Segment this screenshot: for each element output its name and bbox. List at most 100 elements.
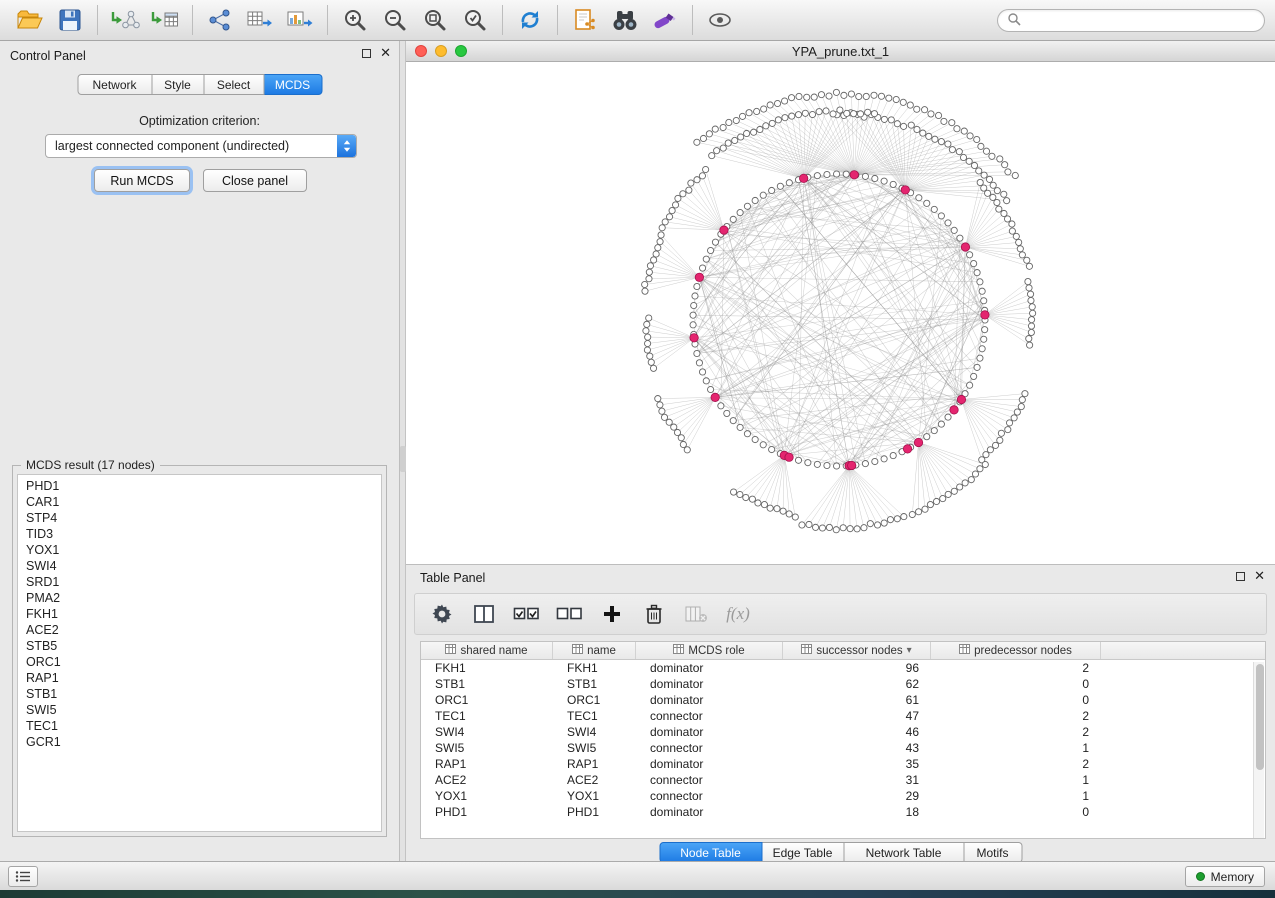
dropdown-stepper-icon xyxy=(337,135,356,157)
table-cell: 31 xyxy=(783,773,931,787)
tab-node-table[interactable]: Node Table xyxy=(659,842,762,863)
mcds-result-item[interactable]: GCR1 xyxy=(18,734,381,750)
column-grid-icon xyxy=(959,644,970,657)
table-cell: FKH1 xyxy=(421,661,553,675)
mcds-result-item[interactable]: STP4 xyxy=(18,510,381,526)
table-row[interactable]: PHD1PHD1dominator180 xyxy=(421,804,1265,820)
mcds-result-item[interactable]: RAP1 xyxy=(18,670,381,686)
run-mcds-button[interactable]: Run MCDS xyxy=(94,169,190,192)
float-panel-icon[interactable] xyxy=(362,49,371,58)
tab-select[interactable]: Select xyxy=(204,74,264,95)
table-scrollbar[interactable] xyxy=(1253,662,1264,838)
mcds-result-item[interactable]: SWI5 xyxy=(18,702,381,718)
tab-network-table[interactable]: Network Table xyxy=(844,842,964,863)
tab-edge-table[interactable]: Edge Table xyxy=(762,842,844,863)
column-header-name[interactable]: name xyxy=(553,642,636,659)
table-row[interactable]: ORC1ORC1dominator610 xyxy=(421,692,1265,708)
table-cell: 1 xyxy=(931,789,1101,803)
network-canvas[interactable] xyxy=(406,62,1275,564)
search-box[interactable] xyxy=(997,9,1265,32)
mcds-result-list[interactable]: PHD1CAR1STP4TID3YOX1SWI4SRD1PMA2FKH1ACE2… xyxy=(17,474,382,832)
mcds-result-item[interactable]: PHD1 xyxy=(18,478,381,494)
table-row[interactable]: SWI5SWI5connector431 xyxy=(421,740,1265,756)
search-input[interactable] xyxy=(1027,13,1255,27)
mcds-result-item[interactable]: STB5 xyxy=(18,638,381,654)
table-cell: connector xyxy=(636,789,783,803)
table-header-row: shared namenameMCDS rolesuccessor nodes▾… xyxy=(421,642,1265,660)
column-header-successor-nodes[interactable]: successor nodes▾ xyxy=(783,642,931,659)
search-binoculars-icon[interactable] xyxy=(605,4,645,36)
zoom-selected-icon[interactable] xyxy=(455,4,495,36)
mcds-result-item[interactable]: CAR1 xyxy=(18,494,381,510)
export-table-icon[interactable] xyxy=(240,4,280,36)
import-network-from-file-icon[interactable] xyxy=(105,4,145,36)
import-table-from-file-icon[interactable] xyxy=(145,4,185,36)
export-network-icon[interactable] xyxy=(200,4,240,36)
desktop-wallpaper-strip xyxy=(0,890,1275,898)
open-file-icon[interactable] xyxy=(10,4,50,36)
save-session-icon[interactable] xyxy=(50,4,90,36)
close-panel-icon[interactable]: ✕ xyxy=(380,48,391,58)
optimization-criterion-select[interactable]: largest connected component (undirected) xyxy=(45,134,357,158)
table-row[interactable]: ACE2ACE2connector311 xyxy=(421,772,1265,788)
show-hide-eye-icon[interactable] xyxy=(700,4,740,36)
close-window-icon[interactable] xyxy=(415,45,427,57)
mcds-result-item[interactable]: FKH1 xyxy=(18,606,381,622)
table-cell: connector xyxy=(636,741,783,755)
table-cell: 2 xyxy=(931,661,1101,675)
tab-mcds[interactable]: MCDS xyxy=(264,74,322,95)
table-row[interactable]: RAP1RAP1dominator352 xyxy=(421,756,1265,772)
table-cell: 96 xyxy=(783,661,931,675)
table-row[interactable]: FKH1FKH1dominator962 xyxy=(421,660,1265,676)
mcds-result-item[interactable]: ACE2 xyxy=(18,622,381,638)
delete-columns-icon xyxy=(683,599,709,629)
mcds-result-item[interactable]: PMA2 xyxy=(18,590,381,606)
tab-network[interactable]: Network xyxy=(77,74,152,95)
settings-gear-icon[interactable] xyxy=(429,599,455,629)
add-row-icon[interactable] xyxy=(599,599,625,629)
show-columns-icon[interactable] xyxy=(471,599,497,629)
select-all-icon[interactable] xyxy=(513,599,540,629)
mcds-result-item[interactable]: SWI4 xyxy=(18,558,381,574)
close-table-panel-icon[interactable]: ✕ xyxy=(1254,571,1265,581)
mcds-result-item[interactable]: TID3 xyxy=(18,526,381,542)
refresh-view-icon[interactable] xyxy=(510,4,550,36)
toolbar-separator xyxy=(97,5,98,35)
table-cell: YOX1 xyxy=(553,789,636,803)
zoom-out-icon[interactable] xyxy=(375,4,415,36)
scrollbar-thumb[interactable] xyxy=(1256,664,1264,770)
table-row[interactable]: STB1STB1dominator620 xyxy=(421,676,1265,692)
maximize-window-icon[interactable] xyxy=(455,45,467,57)
share-document-icon[interactable] xyxy=(565,4,605,36)
table-row[interactable]: TEC1TEC1connector472 xyxy=(421,708,1265,724)
tab-style[interactable]: Style xyxy=(152,74,204,95)
mcds-result-item[interactable]: SRD1 xyxy=(18,574,381,590)
column-header-MCDS-role[interactable]: MCDS role xyxy=(636,642,783,659)
mcds-result-item[interactable]: ORC1 xyxy=(18,654,381,670)
table-cell: 2 xyxy=(931,709,1101,723)
zoom-in-icon[interactable] xyxy=(335,4,375,36)
network-graph xyxy=(406,62,1275,564)
tab-motifs[interactable]: Motifs xyxy=(964,842,1022,863)
minimize-window-icon[interactable] xyxy=(435,45,447,57)
table-cell: 0 xyxy=(931,693,1101,707)
table-cell: SWI5 xyxy=(553,741,636,755)
memory-button[interactable]: Memory xyxy=(1185,866,1265,887)
table-row[interactable]: YOX1YOX1connector291 xyxy=(421,788,1265,804)
close-panel-button[interactable]: Close panel xyxy=(203,169,307,192)
export-image-icon[interactable] xyxy=(280,4,320,36)
float-table-panel-icon[interactable] xyxy=(1236,572,1245,581)
status-menu-button[interactable] xyxy=(8,866,38,887)
table-cell: SWI5 xyxy=(421,741,553,755)
table-row[interactable]: SWI4SWI4dominator462 xyxy=(421,724,1265,740)
annotation-marker-icon[interactable] xyxy=(645,4,685,36)
mcds-result-item[interactable]: TEC1 xyxy=(18,718,381,734)
column-header-predecessor-nodes[interactable]: predecessor nodes xyxy=(931,642,1101,659)
zoom-fit-icon[interactable] xyxy=(415,4,455,36)
mcds-result-item[interactable]: STB1 xyxy=(18,686,381,702)
deselect-all-icon[interactable] xyxy=(556,599,583,629)
mcds-result-item[interactable]: YOX1 xyxy=(18,542,381,558)
table-cell: PHD1 xyxy=(421,805,553,819)
column-header-shared-name[interactable]: shared name xyxy=(421,642,553,659)
delete-row-icon[interactable] xyxy=(641,599,667,629)
